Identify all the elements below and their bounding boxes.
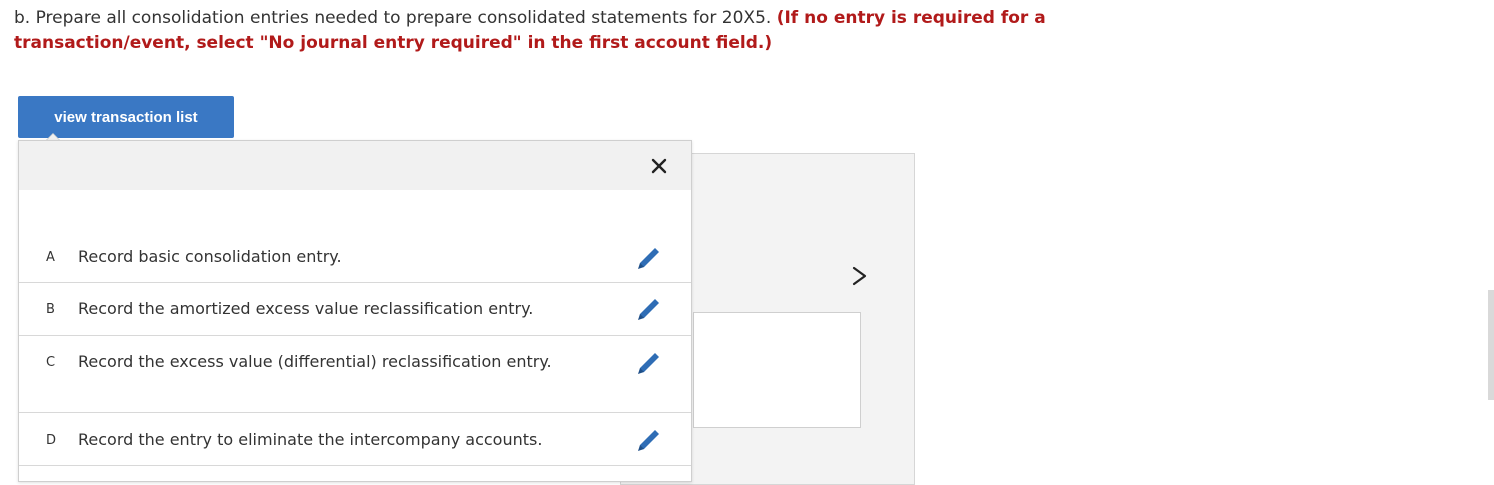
close-icon[interactable] xyxy=(649,156,669,176)
transaction-description: Record the amortized excess value reclas… xyxy=(78,299,534,318)
popup-header xyxy=(19,141,691,190)
view-transaction-list-button[interactable]: view transaction list xyxy=(18,96,234,138)
entry-input-box[interactable] xyxy=(693,312,861,428)
transaction-description: Record the entry to eliminate the interc… xyxy=(78,430,543,449)
transaction-letter: C xyxy=(46,355,56,370)
transaction-letter: A xyxy=(46,250,55,265)
transaction-description: Record basic consolidation entry. xyxy=(78,247,342,266)
transaction-row-d: D Record the entry to eliminate the inte… xyxy=(19,413,691,466)
transaction-letter: D xyxy=(46,433,57,448)
transaction-description: Record the excess value (differential) r… xyxy=(78,352,552,371)
transaction-row-a: A Record basic consolidation entry. xyxy=(19,235,691,283)
transaction-list-popup: A Record basic consolidation entry. B Re… xyxy=(18,140,692,482)
transaction-row-b: B Record the amortized excess value recl… xyxy=(19,283,691,336)
pencil-edit-icon[interactable] xyxy=(634,350,662,378)
chevron-right-icon[interactable] xyxy=(848,262,872,290)
pencil-edit-icon[interactable] xyxy=(634,296,662,324)
transaction-row-c: C Record the excess value (differential)… xyxy=(19,336,691,413)
pencil-edit-icon[interactable] xyxy=(634,245,662,273)
question-prompt: b. Prepare all consolidation entries nee… xyxy=(14,6,1214,56)
transaction-list: A Record basic consolidation entry. B Re… xyxy=(19,235,691,466)
pencil-edit-icon[interactable] xyxy=(634,427,662,455)
question-text: b. Prepare all consolidation entries nee… xyxy=(14,8,772,28)
scrollbar[interactable] xyxy=(1488,290,1494,400)
transaction-letter: B xyxy=(46,302,55,317)
